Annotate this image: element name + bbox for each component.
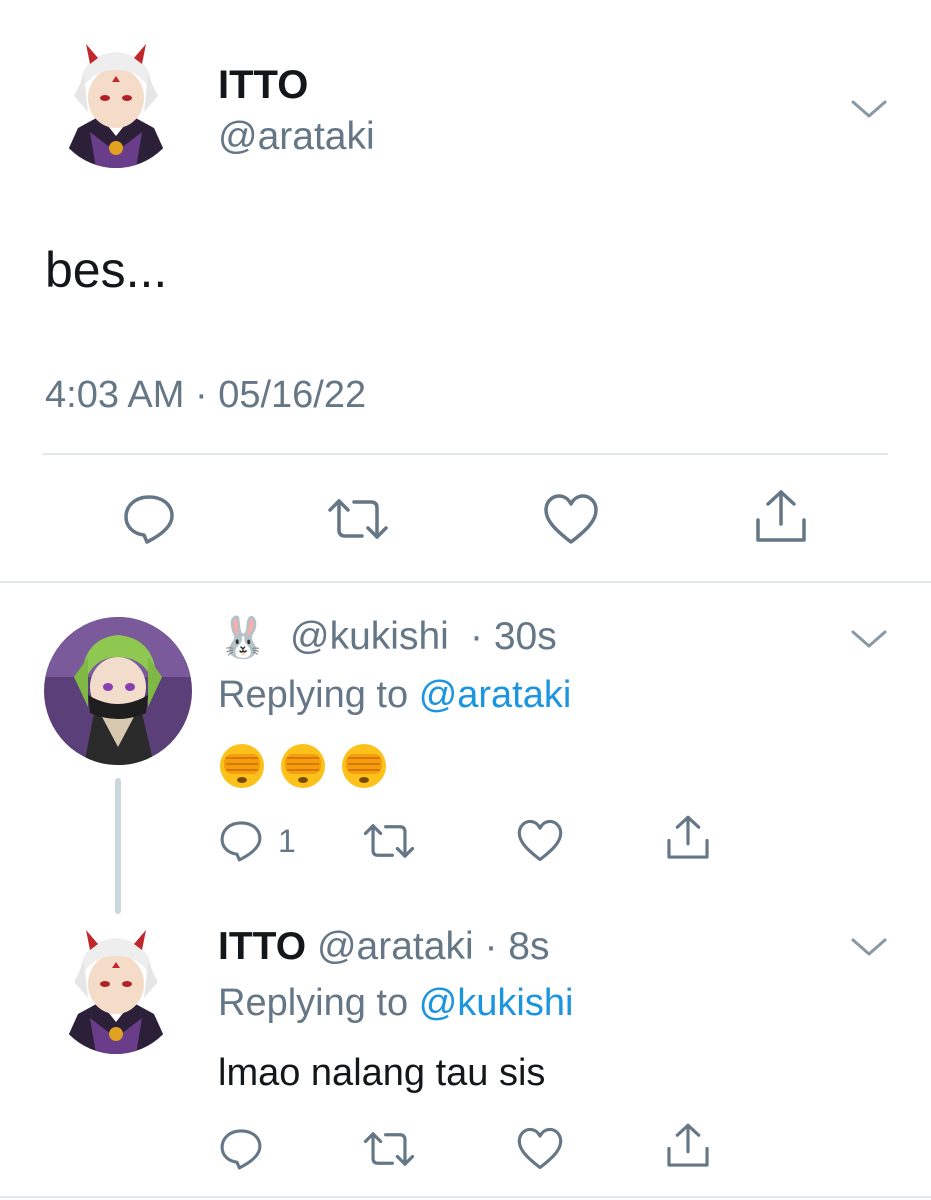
peeking-emoji [218, 742, 266, 790]
chevron-down-icon[interactable] [849, 626, 889, 652]
reply2-display-name[interactable]: ITTO [218, 925, 306, 968]
retweet-icon[interactable] [362, 1128, 416, 1170]
peeking-emoji [340, 742, 388, 790]
like-icon[interactable] [542, 492, 600, 546]
replying-label: Replying to [218, 982, 409, 1024]
chevron-down-icon[interactable] [849, 934, 889, 960]
avatar-itto[interactable] [50, 922, 182, 1054]
display-name[interactable]: ITTO [218, 62, 308, 108]
retweet-icon[interactable] [326, 494, 390, 544]
avatar-kukishi[interactable] [44, 617, 192, 765]
like-icon[interactable] [516, 1126, 564, 1171]
reply2-time[interactable]: · 8s [484, 925, 549, 968]
handle[interactable]: @arataki [218, 114, 375, 160]
tweet-text: bes... [45, 242, 168, 298]
replying-to: Replying to @arataki [218, 672, 571, 718]
replying-handle-link[interactable]: @arataki [419, 674, 572, 716]
section-divider [0, 581, 931, 583]
replying-label: Replying to [218, 674, 409, 716]
reply-count: 1 [278, 823, 296, 859]
rabbit-emoji: 🐰 [218, 616, 268, 660]
reply2-handle[interactable]: @arataki [317, 925, 474, 968]
tweet-timestamp: 4:03 AM · 05/16/22 [45, 374, 367, 416]
bottom-divider [0, 1196, 931, 1198]
reply-icon[interactable] [121, 491, 177, 547]
reply1-emojis [218, 742, 401, 792]
reply-icon[interactable] [218, 1126, 264, 1172]
chevron-down-icon[interactable] [849, 96, 889, 122]
replying-handle-link[interactable]: @kukishi [419, 982, 574, 1024]
peeking-emoji [279, 742, 327, 790]
reply2-text: lmao nalang tau sis [218, 1052, 546, 1094]
replying-to: Replying to @kukishi [218, 980, 573, 1026]
retweet-icon[interactable] [362, 820, 416, 862]
thread-line [115, 778, 121, 914]
like-icon[interactable] [516, 818, 564, 863]
divider [43, 453, 888, 455]
reply1-handle[interactable]: @kukishi [290, 614, 449, 660]
reply1-time[interactable]: · 30s [470, 614, 557, 660]
reply-icon[interactable] [218, 818, 264, 864]
share-icon[interactable] [664, 814, 712, 862]
share-icon[interactable] [664, 1122, 712, 1170]
avatar-itto[interactable] [50, 36, 182, 168]
share-icon[interactable] [752, 488, 810, 546]
reply2-header: ITTO @arataki · 8s [218, 924, 549, 970]
